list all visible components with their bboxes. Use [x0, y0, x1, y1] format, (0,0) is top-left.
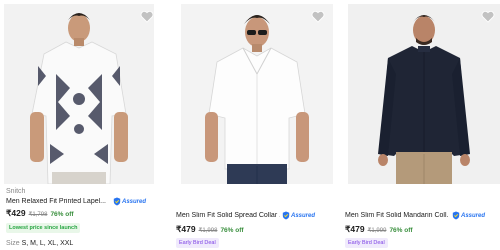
price: ₹479: [345, 224, 365, 234]
discount: 76% off: [50, 211, 74, 218]
assured-badge: Assured: [282, 211, 315, 220]
product-title[interactable]: Men Slim Fit Solid Spread Collar ...: [176, 212, 280, 219]
price-row: ₹479 ₹1,998 76% off: [176, 224, 244, 235]
lowest-price-tag: Lowest price since launch: [6, 223, 81, 233]
price-row: ₹479 ₹1,999 76% off: [345, 224, 413, 235]
assured-badge-icon: [452, 211, 460, 220]
early-bird-tag: Early Bird Deal: [176, 238, 219, 248]
product-card-1[interactable]: Snitch Men Relaxed Fit Printed Lapel... …: [0, 0, 158, 250]
product-image[interactable]: [4, 4, 154, 184]
heart-icon[interactable]: [481, 10, 495, 23]
mrp: ₹1,998: [198, 228, 218, 234]
discount: 76% off: [220, 227, 244, 234]
product-card-2[interactable]: Men Slim Fit Solid Spread Collar ... Ass…: [172, 0, 333, 250]
product-image[interactable]: [181, 4, 333, 184]
assured-label: Assured: [461, 212, 486, 219]
sizes-values: S, M, L, XL, XXL: [21, 240, 74, 247]
mrp: ₹1,798: [28, 212, 48, 218]
product-card-3[interactable]: Men Slim Fit Solid Mandarin Coll... Assu…: [341, 0, 500, 250]
heart-icon[interactable]: [140, 10, 154, 23]
assured-label: Assured: [291, 212, 316, 219]
discount: 76% off: [389, 227, 413, 234]
early-bird-tag: Early Bird Deal: [345, 238, 388, 248]
price: ₹429: [6, 208, 26, 218]
assured-badge: Assured: [452, 211, 485, 220]
price-row: ₹429 ₹1,798 76% off: [6, 208, 74, 219]
heart-icon[interactable]: [311, 10, 325, 23]
assured-badge-icon: [282, 211, 290, 220]
sizes-label: Size: [6, 240, 20, 247]
assured-badge-icon: [113, 197, 121, 206]
sizes: Size S, M, L, XL, XXL: [6, 240, 73, 247]
product-image[interactable]: [348, 4, 500, 184]
brand-name: Snitch: [6, 188, 26, 195]
mrp: ₹1,999: [367, 228, 387, 234]
product-title[interactable]: Men Relaxed Fit Printed Lapel...: [6, 198, 110, 205]
assured-badge: Assured: [113, 197, 146, 206]
assured-label: Assured: [122, 198, 147, 205]
product-title[interactable]: Men Slim Fit Solid Mandarin Coll...: [345, 212, 449, 219]
price: ₹479: [176, 224, 196, 234]
